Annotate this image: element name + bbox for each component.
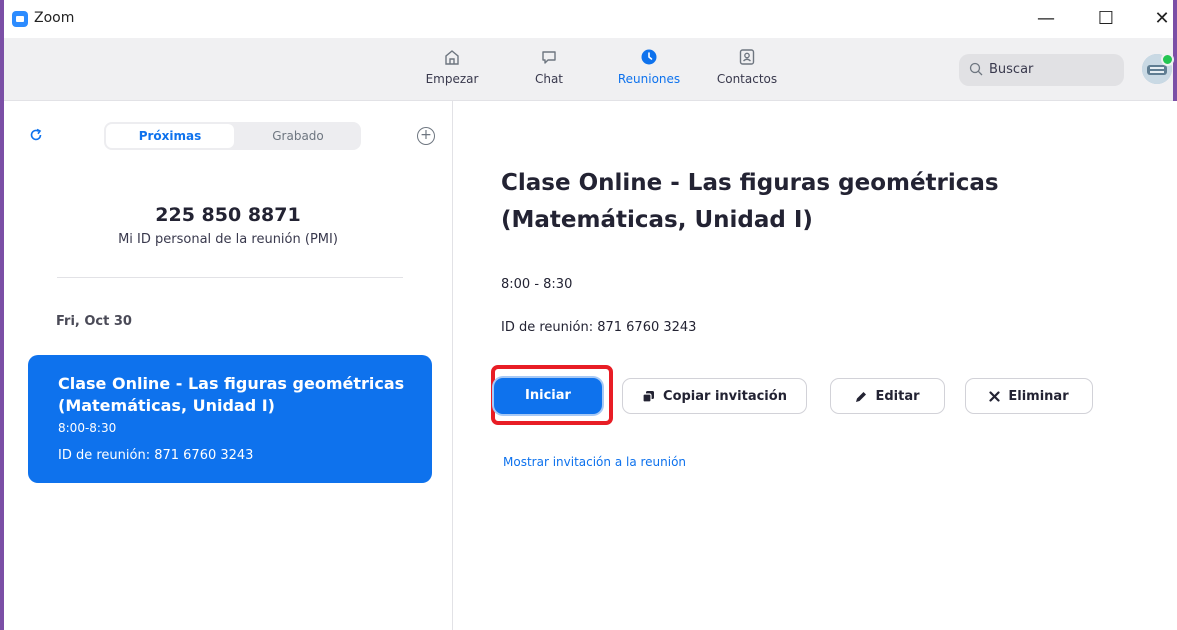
tab-reuniones[interactable]: Reuniones: [609, 48, 689, 86]
meeting-card-title: Clase Online - Las figuras geométricas (…: [58, 374, 405, 415]
tab-grabado[interactable]: Grabado: [234, 124, 362, 148]
edit-label: Editar: [875, 389, 920, 404]
plus-icon: +: [420, 127, 432, 143]
divider: [57, 277, 403, 278]
pmi-number: 225 850 8871: [155, 204, 301, 226]
meeting-card-id: ID de reunión: 871 6760 3243: [58, 448, 254, 463]
start-meeting-button[interactable]: Iniciar: [494, 378, 602, 414]
x-icon: [989, 391, 1000, 402]
tab-empezar[interactable]: Empezar: [412, 48, 492, 86]
date-header: Fri, Oct 30: [56, 314, 132, 329]
edit-button[interactable]: Editar: [830, 378, 945, 414]
title-bar: Zoom — ☐ ✕: [4, 0, 1173, 38]
search-input[interactable]: Buscar: [959, 54, 1124, 86]
meeting-card-selected[interactable]: Clase Online - Las figuras geométricas (…: [28, 355, 432, 483]
chat-bubble-icon: [542, 51, 556, 64]
close-button[interactable]: ✕: [1142, 4, 1177, 34]
zoom-logo-icon: [12, 11, 28, 27]
show-invitation-link[interactable]: Mostrar invitación a la reunión: [503, 455, 686, 469]
meeting-title: Clase Online - Las figuras geométricas (…: [501, 170, 999, 233]
delete-button[interactable]: Eliminar: [965, 378, 1093, 414]
copy-invitation-label: Copiar invitación: [663, 389, 787, 404]
tab-proximas[interactable]: Próximas: [106, 124, 234, 148]
meetings-list-panel: Próximas Grabado + 225 850 8871 Mi ID pe…: [4, 101, 453, 630]
tab-label: Reuniones: [617, 72, 681, 86]
tab-label: Contactos: [716, 72, 778, 86]
search-icon: [969, 62, 983, 76]
zoom-window: Zoom — ☐ ✕ Empezar Chat Reuniones Contac…: [0, 0, 1177, 630]
meetings-segmented-control: Próximas Grabado: [104, 122, 361, 150]
maximize-button[interactable]: ☐: [1086, 4, 1126, 34]
tab-chat[interactable]: Chat: [509, 48, 589, 86]
tab-label: Empezar: [425, 72, 479, 86]
copy-invitation-button[interactable]: Copiar invitación: [622, 378, 807, 414]
home-icon: [445, 50, 459, 65]
meeting-id: ID de reunión: 871 6760 3243: [501, 320, 697, 335]
pencil-icon: [856, 391, 867, 402]
search-placeholder: Buscar: [989, 62, 1034, 77]
minimize-button[interactable]: —: [1026, 4, 1066, 34]
presence-status-dot: [1161, 53, 1174, 66]
tab-label: Chat: [534, 72, 564, 86]
meeting-detail-panel: Clase Online - Las figuras geométricas (…: [453, 101, 1177, 630]
pmi-label: Mi ID personal de la reunión (PMI): [118, 232, 338, 247]
tab-contactos[interactable]: Contactos: [707, 48, 787, 86]
window-title: Zoom: [34, 10, 75, 26]
add-meeting-button[interactable]: +: [417, 127, 435, 145]
meeting-time: 8:00 - 8:30: [501, 277, 573, 292]
contact-card-icon: [739, 49, 755, 65]
delete-label: Eliminar: [1008, 389, 1069, 404]
copy-icon: [642, 391, 655, 403]
meeting-card-time: 8:00-8:30: [58, 421, 117, 435]
clock-icon: [641, 49, 657, 65]
top-nav-bar: Empezar Chat Reuniones Contactos Buscar: [4, 38, 1174, 101]
refresh-icon[interactable]: [29, 127, 43, 146]
